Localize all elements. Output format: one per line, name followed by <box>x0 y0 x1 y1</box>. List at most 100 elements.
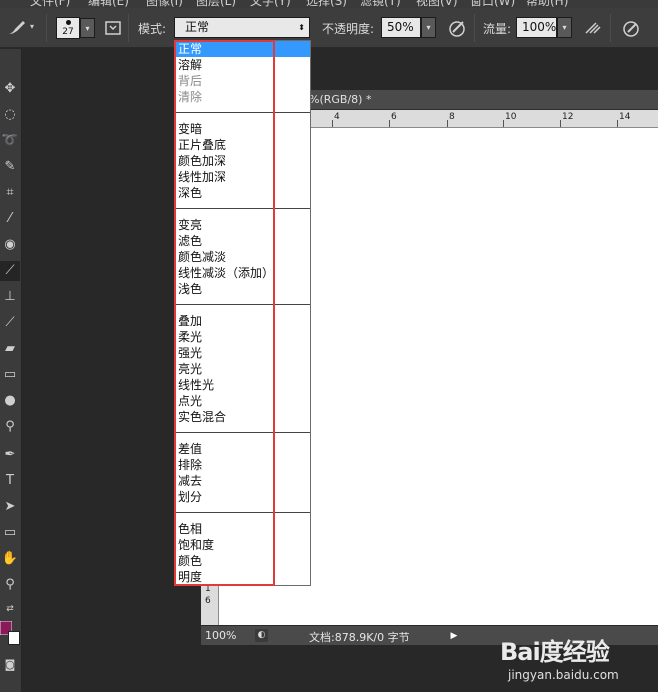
blend-mode-option[interactable]: 叠加 <box>176 313 310 329</box>
menu-view[interactable]: 视图(V) <box>416 0 458 8</box>
eraser-tool-icon[interactable]: ▰ <box>0 339 20 359</box>
updown-arrows-icon: ⬍ <box>298 23 305 32</box>
flow-slider-chevron-icon[interactable]: ▾ <box>557 17 572 38</box>
pen-tool-icon[interactable]: ✒ <box>0 445 20 465</box>
blend-mode-option[interactable]: 亮光 <box>176 361 310 377</box>
quick-mask-icon[interactable]: ◙ <box>0 655 20 675</box>
blend-mode-option[interactable]: 颜色 <box>176 553 310 569</box>
blend-mode-option[interactable]: 溶解 <box>176 57 310 73</box>
blend-mode-option[interactable]: 颜色加深 <box>176 153 310 169</box>
blend-mode-option[interactable]: 色相 <box>176 521 310 537</box>
ruler-h-label: 8 <box>449 112 455 122</box>
move-tool-icon[interactable]: ✥ <box>0 79 20 99</box>
blend-mode-option[interactable]: 颜色减淡 <box>176 249 310 265</box>
blend-mode-option[interactable]: 浅色 <box>176 281 310 297</box>
menu-help[interactable]: 帮助(H) <box>526 0 568 8</box>
flow-label: 流量: <box>483 22 512 36</box>
menu-type[interactable]: 文字(Y) <box>250 0 291 8</box>
menu-filter[interactable]: 滤镜(T) <box>360 0 401 8</box>
zoom-level[interactable]: 100% <box>205 629 236 642</box>
ruler-h-label: 10 <box>505 112 517 122</box>
blend-mode-option[interactable]: 线性光 <box>176 377 310 393</box>
blend-mode-option[interactable]: 减去 <box>176 473 310 489</box>
history-brush-tool-icon[interactable]: ⟋ <box>0 313 20 333</box>
quick-select-tool-icon[interactable]: ✎ <box>0 157 20 177</box>
flow-input[interactable]: 100% <box>516 17 557 38</box>
blend-mode-option[interactable]: 差值 <box>176 441 310 457</box>
dodge-tool-icon[interactable]: ⚲ <box>0 417 20 437</box>
blend-mode-option[interactable]: 强光 <box>176 345 310 361</box>
blend-mode-option[interactable]: 正常 <box>176 41 310 57</box>
brush-panel-toggle-icon[interactable] <box>103 18 123 38</box>
hand-tool-icon[interactable]: ✋ <box>0 549 20 569</box>
options-bar: ▾ 27 ▾ 模式: 正常 ⬍ 不透明度: 50% ▾ 流量: 100% ▾ <box>0 8 658 48</box>
ruler-h-label: 14 <box>619 112 631 122</box>
tool-preset-chevron-icon[interactable]: ▾ <box>30 22 34 31</box>
blend-mode-option[interactable]: 线性加深 <box>176 169 310 185</box>
watermark-logo: Bai度经验 <box>500 638 610 666</box>
brush-tool-icon-active[interactable]: ⟋ <box>0 261 20 281</box>
menu-file[interactable]: 文件(F) <box>30 0 70 8</box>
menu-divider <box>176 304 310 305</box>
menu-layer[interactable]: 图层(L) <box>196 0 236 8</box>
status-export-icon[interactable]: ◐ <box>255 629 268 642</box>
menu-bar: 文件(F) 编辑(E) 图像(I) 图层(L) 文字(Y) 选择(S) 滤镜(T… <box>0 0 658 8</box>
status-menu-arrow-icon[interactable]: ▶ <box>447 629 461 643</box>
crop-tool-icon[interactable]: ⌗ <box>0 183 20 203</box>
blend-mode-value: 正常 <box>185 20 210 34</box>
blend-mode-option[interactable]: 实色混合 <box>176 409 310 425</box>
blend-mode-option[interactable]: 饱和度 <box>176 537 310 553</box>
mode-label: 模式: <box>138 22 167 36</box>
opacity-slider-chevron-icon[interactable]: ▾ <box>421 17 436 38</box>
ruler-h-label: 4 <box>334 112 340 122</box>
airbrush-icon[interactable] <box>582 18 604 38</box>
menu-divider <box>176 432 310 433</box>
gradient-tool-icon[interactable]: ▭ <box>0 365 20 385</box>
blend-mode-option[interactable]: 柔光 <box>176 329 310 345</box>
brush-tip-icon <box>66 20 71 25</box>
watermark-url: jingyan.baidu.com <box>508 668 619 682</box>
healing-brush-tool-icon[interactable]: ◉ <box>0 235 20 255</box>
document-info: 文档:878.9K/0 字节 <box>309 631 410 644</box>
blend-mode-select[interactable]: 正常 ⬍ <box>174 17 310 38</box>
swap-colors-icon[interactable]: ⇄ <box>0 599 20 619</box>
blend-mode-option[interactable]: 线性减淡（添加） <box>176 265 310 281</box>
brush-picker-chevron-icon[interactable]: ▾ <box>80 18 95 38</box>
blend-mode-option: 背后 <box>178 74 203 88</box>
blend-mode-option[interactable]: 划分 <box>176 489 310 505</box>
brush-tool-icon[interactable] <box>6 18 28 38</box>
lasso-tool-icon[interactable]: ➰ <box>0 131 20 151</box>
ruler-h-label: 6 <box>391 112 397 122</box>
blend-mode-dropdown-list: 正常 溶解 背后 清除 变暗 正片叠底 颜色加深 线性加深 深色 变亮 滤色 颜色减淡 线性减淡（添加）… <box>175 40 311 586</box>
path-select-tool-icon[interactable]: ➤ <box>0 497 20 517</box>
blend-mode-option[interactable]: 深色 <box>176 185 310 201</box>
pressure-size-icon[interactable] <box>620 18 642 38</box>
eyedropper-tool-icon[interactable]: ⁄ <box>0 209 20 229</box>
opacity-label: 不透明度: <box>322 22 375 36</box>
ruler-v-label: 6 <box>205 596 211 606</box>
blend-mode-option[interactable]: 变亮 <box>176 217 310 233</box>
blend-mode-option[interactable]: 排除 <box>176 457 310 473</box>
background-color-swatch[interactable] <box>8 631 20 645</box>
blend-mode-option[interactable]: 明度 <box>176 569 310 585</box>
menu-divider <box>176 512 310 513</box>
menu-window[interactable]: 窗口(W) <box>470 0 515 8</box>
pressure-opacity-icon[interactable] <box>447 18 469 38</box>
marquee-tool-icon[interactable]: ◌ <box>0 105 20 125</box>
menu-select[interactable]: 选择(S) <box>306 0 347 8</box>
menu-edit[interactable]: 编辑(E) <box>88 0 129 8</box>
menu-divider <box>176 208 310 209</box>
shape-tool-icon[interactable]: ▭ <box>0 523 20 543</box>
blend-mode-option[interactable]: 变暗 <box>176 121 310 137</box>
zoom-tool-icon[interactable]: ⚲ <box>0 575 20 595</box>
brush-preset-picker[interactable]: 27 <box>56 17 80 39</box>
blend-mode-option[interactable]: 点光 <box>176 393 310 409</box>
opacity-input[interactable]: 50% <box>381 17 421 38</box>
type-tool-icon[interactable]: T <box>0 471 20 491</box>
clone-stamp-tool-icon[interactable]: ⊥ <box>0 287 20 307</box>
blend-mode-option[interactable]: 正片叠底 <box>176 137 310 153</box>
blend-mode-option[interactable]: 滤色 <box>176 233 310 249</box>
menu-image[interactable]: 图像(I) <box>146 0 183 8</box>
blur-tool-icon[interactable]: ● <box>0 391 20 411</box>
tools-panel: ✥ ◌ ➰ ✎ ⌗ ⁄ ◉ ⟋ ⊥ ⟋ ▰ ▭ ● ⚲ ✒ T ➤ ▭ ✋ ⚲ … <box>0 49 22 692</box>
